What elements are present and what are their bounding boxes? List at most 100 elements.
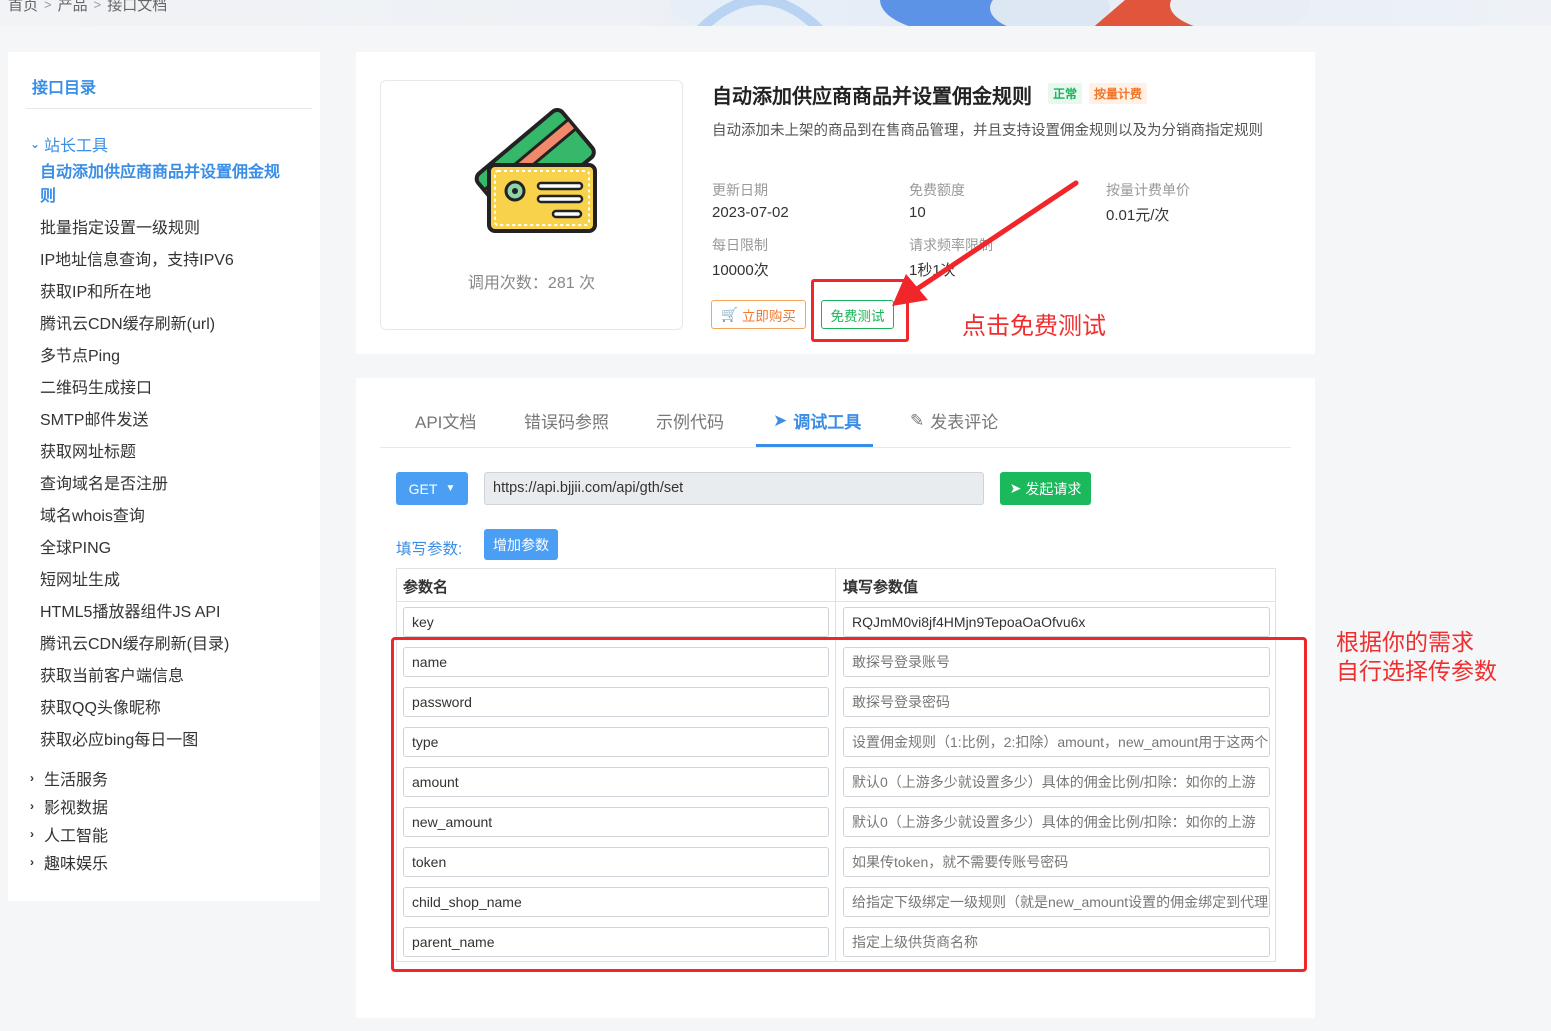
product-title: 自动添加供应商商品并设置佣金规则	[712, 86, 1032, 108]
sidebar-item[interactable]: 获取当前客户端信息	[40, 665, 295, 689]
sidebar-item[interactable]: SMTP邮件发送	[40, 409, 295, 433]
column-header-param-value: 填写参数值	[843, 579, 919, 596]
sidebar-item[interactable]: 获取必应bing每日一图	[40, 729, 295, 753]
sidebar-item[interactable]: 腾讯云CDN缓存刷新(url)	[40, 313, 295, 337]
param-value-field[interactable]: 给指定下级绑定一级规则（就是new_amount设置的佣金绑定到代理	[843, 887, 1270, 917]
tab-label: 发表评论	[930, 413, 999, 432]
sidebar-group-label: 生活服务	[44, 772, 109, 789]
param-value-field[interactable]: 默认0（上游多少就设置多少）具体的佣金比例/扣除：如你的上游	[843, 807, 1270, 837]
table-column-divider	[835, 569, 836, 961]
sidebar-item[interactable]: 域名whois查询	[40, 505, 295, 529]
params-annotation-line: 根据你的需求	[1336, 629, 1474, 655]
tab-label: 错误码参照	[524, 413, 609, 432]
param-value-field[interactable]: 默认0（上游多少就设置多少）具体的佣金比例/扣除：如你的上游	[843, 767, 1270, 797]
sidebar-group-video-data[interactable]: › 影视数据	[30, 794, 108, 818]
product-description: 自动添加未上架的商品到在售商品管理，并且支持设置佣金规则以及为分销商指定规则	[712, 123, 1263, 139]
paper-plane-icon: ➤	[773, 410, 788, 430]
params-annotation-line: 自行选择传参数	[1336, 658, 1497, 684]
tab-error-codes[interactable]: 错误码参照	[524, 408, 609, 433]
unit-price-value: 0.01元/次	[1106, 207, 1170, 224]
sidebar-item[interactable]: 腾讯云CDN缓存刷新(目录)	[40, 633, 295, 657]
column-header-param-name: 参数名	[403, 579, 449, 596]
debug-panel: API文档 错误码参照 示例代码 ➤ 调试工具 ✎ 发表评论 GET ▼ htt…	[356, 378, 1315, 1018]
call-count: 调用次数：281 次	[467, 275, 596, 292]
free-test-annotation: 点击免费测试	[962, 313, 1106, 340]
param-name-field[interactable]: new_amount	[403, 807, 829, 837]
update-date-label: 更新日期	[712, 182, 768, 198]
tab-label: 调试工具	[793, 413, 862, 432]
sidebar-item[interactable]: 获取IP和所在地	[40, 281, 295, 305]
breadcrumb-home[interactable]: 首页	[8, 0, 38, 15]
status-badge: 正常	[1048, 83, 1083, 104]
pencil-icon: ✎	[910, 410, 925, 430]
chevron-right-icon: ›	[30, 827, 34, 841]
breadcrumb-current: 接口文档	[107, 0, 168, 14]
param-name-field[interactable]: password	[403, 687, 829, 717]
chevron-right-icon: ›	[30, 799, 34, 813]
add-param-button[interactable]: 增加参数	[484, 529, 558, 560]
buy-now-button[interactable]: 🛒 立即购买	[711, 300, 806, 329]
sidebar-group-webmaster-tools[interactable]: ⌄ 站长工具	[30, 132, 108, 156]
param-value-field[interactable]: RQJmM0vi8jf4HMjn9TepoaOaOfvu6x	[843, 607, 1270, 637]
tab-api-docs[interactable]: API文档	[415, 408, 476, 433]
param-value-field[interactable]: 指定上级供货商名称	[843, 927, 1270, 957]
param-name-field[interactable]: child_shop_name	[403, 887, 829, 917]
param-value-field[interactable]: 如果传token，就不需要传账号密码	[843, 847, 1270, 877]
free-quota-label: 免费额度	[909, 182, 965, 198]
sidebar-item[interactable]: 查询域名是否注册	[40, 473, 295, 497]
update-date-value: 2023-07-02	[712, 204, 789, 221]
table-header-divider	[397, 601, 1275, 602]
top-banner: 首页 > 产品 > 接口文档	[0, 0, 1551, 26]
request-url-input[interactable]: https://api.bjjii.com/api/gth/set	[484, 472, 984, 505]
sidebar-item[interactable]: 多节点Ping	[40, 345, 295, 369]
sidebar-item[interactable]: 获取QQ头像昵称	[40, 697, 295, 721]
billing-badge: 按量计费	[1089, 83, 1148, 104]
sidebar-item[interactable]: 短网址生成	[40, 569, 295, 593]
http-method-dropdown[interactable]: GET ▼	[396, 472, 468, 505]
param-value-field[interactable]: 敢探号登录密码	[843, 687, 1270, 717]
api-directory-sidebar: 接口目录 ⌄ 站长工具 自动添加供应商商品并设置佣金规则 批量指定设置一级规则 …	[8, 52, 320, 901]
sidebar-group-label: 趣味娱乐	[44, 856, 109, 873]
param-name-field[interactable]: type	[403, 727, 829, 757]
product-image-box: 调用次数：281 次	[380, 80, 683, 330]
paper-plane-icon: ➤	[1009, 480, 1022, 496]
tab-post-comment[interactable]: ✎ 发表评论	[910, 408, 998, 433]
param-name-field[interactable]: token	[403, 847, 829, 877]
caret-down-icon: ▼	[445, 483, 456, 494]
unit-price-label: 按量计费单价	[1106, 182, 1190, 198]
param-name-field[interactable]: parent_name	[403, 927, 829, 957]
sidebar-group-label: 影视数据	[44, 800, 109, 817]
breadcrumb-products[interactable]: 产品	[58, 0, 88, 15]
param-name-field[interactable]: key	[403, 607, 829, 637]
doc-tabs: API文档 错误码参照 示例代码 ➤ 调试工具 ✎ 发表评论	[380, 378, 1291, 448]
sidebar-item-auto-add-supplier[interactable]: 自动添加供应商商品并设置佣金规则	[40, 161, 295, 209]
credit-card-icon	[474, 107, 597, 233]
sidebar-item[interactable]: IP地址信息查询，支持IPV6	[40, 249, 295, 273]
breadcrumb: 首页 > 产品 > 接口文档	[8, 0, 167, 15]
tab-debug-tool[interactable]: ➤ 调试工具	[773, 408, 861, 433]
param-name-field[interactable]: name	[403, 647, 829, 677]
tab-sample-code[interactable]: 示例代码	[656, 408, 724, 433]
active-tab-underline	[756, 444, 873, 447]
chevron-right-icon: ›	[30, 771, 34, 785]
sidebar-group-fun[interactable]: › 趣味娱乐	[30, 850, 108, 874]
send-request-button[interactable]: ➤ 发起请求	[1000, 472, 1091, 505]
free-test-button[interactable]: 免费测试	[821, 300, 894, 329]
sidebar-item[interactable]: 全球PING	[40, 537, 295, 561]
sidebar-item[interactable]: HTML5播放器组件JS API	[40, 601, 295, 625]
sidebar-item[interactable]: 获取网址标题	[40, 441, 295, 465]
chevron-right-icon: ›	[30, 855, 34, 869]
daily-limit-value: 10000次	[712, 262, 769, 279]
sidebar-group-life-services[interactable]: › 生活服务	[30, 766, 108, 790]
sidebar-divider	[26, 108, 312, 109]
param-value-field[interactable]: 设置佣金规则（1:比例，2:扣除）amount，new_amount用于这两个	[843, 727, 1270, 757]
send-request-label: 发起请求	[1025, 480, 1082, 497]
sidebar-item[interactable]: 二维码生成接口	[40, 377, 295, 401]
param-name-field[interactable]: amount	[403, 767, 829, 797]
sidebar-title: 接口目录	[32, 80, 97, 97]
sidebar-group-ai[interactable]: › 人工智能	[30, 822, 108, 846]
sidebar-item[interactable]: 批量指定设置一级规则	[40, 217, 295, 241]
banner-illustration	[670, 0, 1310, 26]
chevron-down-icon: ⌄	[30, 137, 41, 151]
param-value-field[interactable]: 敢探号登录账号	[843, 647, 1270, 677]
